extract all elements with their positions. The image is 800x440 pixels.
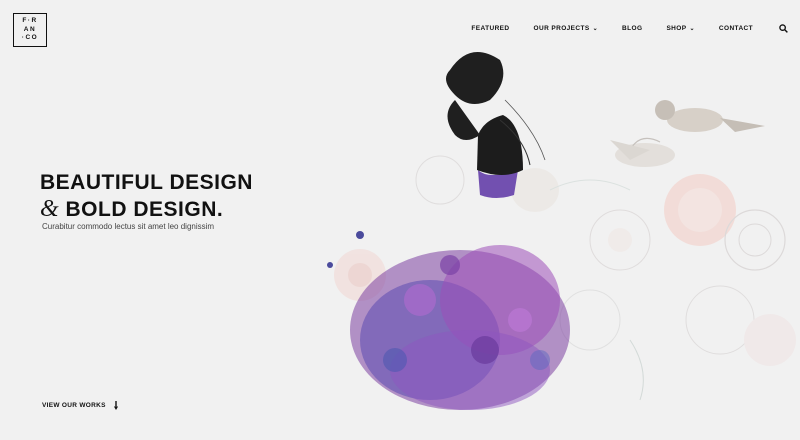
- chevron-down-icon: ⌄: [592, 26, 599, 32]
- dress-bodice: [477, 115, 523, 175]
- logo-row-2: AN: [23, 25, 37, 33]
- logo-row-1: F·R: [22, 17, 38, 25]
- nav-item-shop[interactable]: SHOP ⌄: [666, 25, 694, 32]
- main-nav: FEATURED OUR PROJECTS ⌄ BLOG SHOP ⌄ CONT…: [447, 24, 788, 33]
- chevron-down-icon: ⌄: [689, 26, 695, 32]
- hero-subtitle: Curabitur commodo lectus sit amet leo di…: [42, 222, 215, 231]
- search-icon[interactable]: [779, 24, 788, 33]
- hero-line-1: BEAUTIFUL DESIGN: [40, 171, 253, 194]
- nav-item-featured[interactable]: FEATURED: [471, 25, 509, 32]
- nav-label: SHOP: [666, 25, 687, 32]
- nav-label: BLOG: [622, 25, 643, 32]
- nav-item-our-projects[interactable]: OUR PROJECTS ⌄: [534, 25, 599, 32]
- view-our-works-label: VIEW OUR WORKS: [42, 402, 106, 409]
- logo[interactable]: F·R AN ·CO: [13, 13, 47, 47]
- ampersand: &: [40, 196, 60, 222]
- nav-label: CONTACT: [718, 25, 753, 32]
- logo-row-3: ·CO: [21, 34, 39, 42]
- view-our-works-link[interactable]: VIEW OUR WORKS: [42, 401, 118, 410]
- nav-label: OUR PROJECTS: [533, 25, 590, 32]
- bird-illustration: [655, 100, 765, 132]
- nav-item-contact[interactable]: CONTACT: [719, 25, 753, 32]
- hero-illustration: [327, 52, 796, 410]
- hero-title: BEAUTIFUL DESIGN & BOLD DESIGN.: [40, 170, 253, 223]
- arrow-down-icon: [113, 401, 118, 410]
- nav-item-blog[interactable]: BLOG: [622, 25, 642, 32]
- hero-line-2-wrap: & BOLD DESIGN.: [40, 196, 253, 223]
- nav-label: FEATURED: [471, 25, 510, 32]
- hero-line-2: BOLD DESIGN.: [65, 198, 224, 221]
